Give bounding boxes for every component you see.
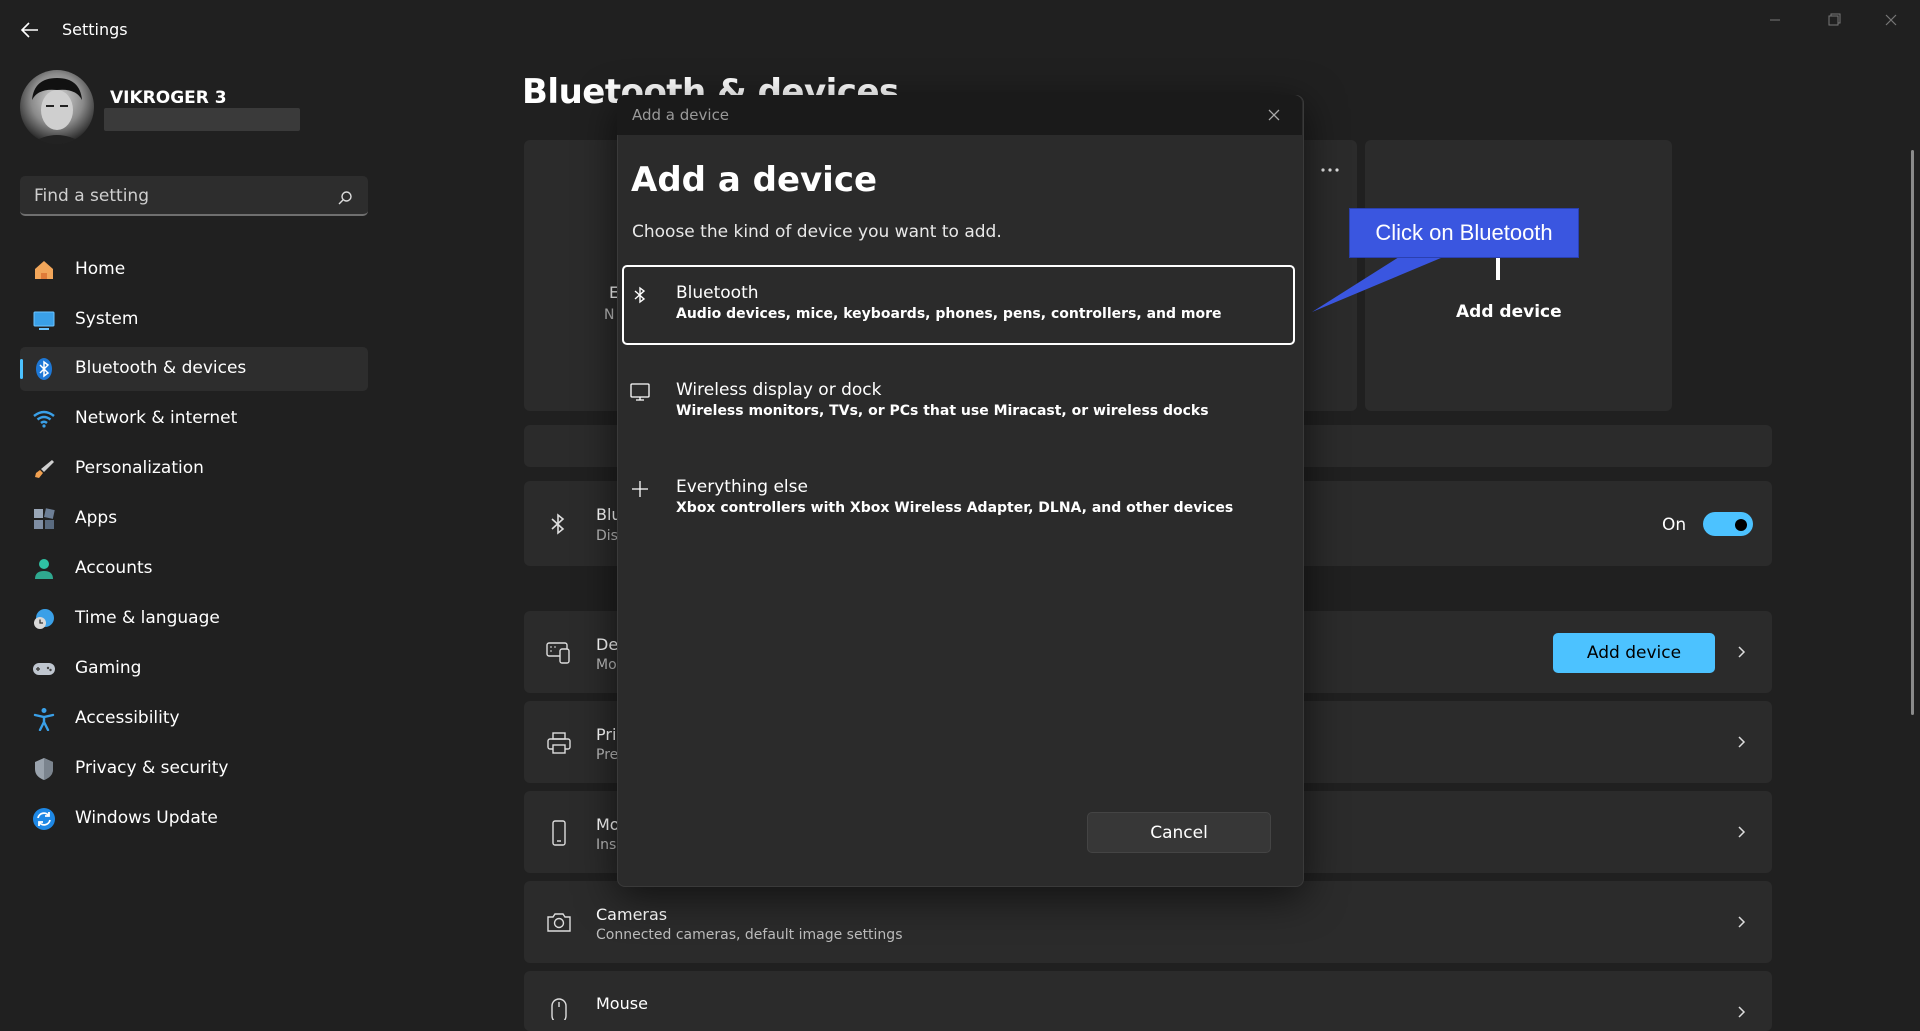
option-description: Wireless monitors, TVs, or PCs that use … [676,403,1209,419]
chevron-right-icon [1733,734,1749,750]
accounts-icon [32,557,56,581]
mouse-icon [546,998,572,1020]
printers-row-title: Pri [596,725,617,744]
sidebar-item-apps[interactable] [20,497,368,541]
sidebar-item-label: Accounts [75,558,153,578]
user-email-redacted [104,108,300,131]
add-device-tile-label: Add device [1456,302,1562,322]
update-icon [32,807,56,831]
add-icon [1496,258,1500,280]
bluetooth-icon [546,512,570,536]
device-tile-status: N [604,307,615,323]
restore-button[interactable] [1819,8,1849,32]
bluetooth-icon [630,285,650,305]
minimize-icon [1770,19,1780,21]
sidebar-item-label: Personalization [75,458,204,478]
printer-icon [546,730,572,756]
sidebar-item-label: Gaming [75,658,142,678]
shield-icon [32,757,56,781]
bluetooth-icon [32,357,56,381]
bluetooth-row-sub: Dis [596,528,618,544]
wifi-icon [32,407,56,431]
search-input[interactable]: Find a setting [34,186,149,206]
sidebar-item-home[interactable] [20,248,368,292]
mobile-row-sub: Ins [596,837,617,853]
close-icon [1268,109,1280,121]
cameras-row-sub: Connected cameras, default image setting… [596,927,903,943]
chevron-right-icon [1733,1004,1749,1020]
clock-globe-icon [32,607,56,631]
sidebar-item-gaming[interactable] [20,647,368,691]
printers-row-sub: Pre [596,747,619,763]
user-photo-icon [30,78,84,144]
mouse-row[interactable] [524,971,1772,1031]
sidebar-item-system[interactable] [20,298,368,342]
devices-row-title: De [596,635,619,654]
dialog-heading: Add a device [631,160,878,200]
sidebar-item-label: Windows Update [75,808,218,828]
accessibility-icon [32,707,56,731]
option-title: Bluetooth [676,283,759,303]
sidebar-item-label: Home [75,259,126,279]
gamepad-icon [32,657,56,681]
toggle-knob [1735,519,1747,531]
app-title: Settings [62,20,128,39]
sidebar-item-accounts[interactable] [20,547,368,591]
title-bar [0,0,1920,60]
search-icon [337,190,353,206]
active-indicator [20,359,23,379]
option-description: Xbox controllers with Xbox Wireless Adap… [676,500,1234,516]
cameras-row-title: Cameras [596,905,668,924]
cameras-row[interactable] [524,881,1772,963]
system-icon [32,308,56,332]
dialog-close-button[interactable] [1262,103,1286,127]
user-name: VIKROGER 3 [110,88,227,108]
option-wireless-display[interactable] [622,362,1295,442]
sidebar-item-label: Apps [75,508,118,528]
sidebar-item-label: Privacy & security [75,758,229,778]
restore-icon [1828,13,1841,26]
apps-icon [32,507,56,531]
sidebar-item-label: Time & language [75,608,220,628]
option-description: Audio devices, mice, keyboards, phones, … [676,306,1222,322]
camera-icon [546,909,572,935]
chevron-right-icon [1733,824,1749,840]
phone-icon [546,820,572,846]
sidebar-item-label: Bluetooth & devices [75,358,247,378]
plus-icon [630,479,650,499]
mouse-row-title: Mouse [596,994,648,1013]
minimize-button[interactable] [1760,8,1790,32]
sidebar-item-label: Network & internet [75,408,238,428]
home-icon [32,258,56,282]
option-bluetooth[interactable] [622,265,1295,345]
close-icon [1885,14,1897,26]
option-title: Everything else [676,477,808,497]
chevron-right-icon [1733,914,1749,930]
monitor-icon [630,382,650,402]
option-everything-else[interactable] [622,459,1295,539]
scrollbar[interactable] [1911,150,1914,715]
devices-row-sub: Mo [596,657,617,673]
arrow-left-icon [20,22,38,38]
bluetooth-state-label: On [1662,515,1687,535]
sidebar-item-label: System [75,309,139,329]
dialog-caption: Add a device [632,106,730,124]
callout-annotation: Click on Bluetooth [1349,208,1579,258]
more-icon [1321,168,1339,172]
add-device-button[interactable]: Add device [1553,633,1715,673]
more-options-button[interactable] [1318,158,1342,182]
sidebar-item-label: Accessibility [75,708,180,728]
brush-icon [32,457,56,481]
devices-icon [546,640,572,666]
sidebar-item-accessibility[interactable] [20,697,368,741]
avatar[interactable] [20,70,94,144]
close-window-button[interactable] [1876,8,1906,32]
option-title: Wireless display or dock [676,380,882,400]
chevron-right-icon [1733,644,1749,660]
callout-pointer-icon [1312,250,1460,312]
back-button[interactable] [18,18,42,42]
dialog-description: Choose the kind of device you want to ad… [632,222,1002,242]
cancel-button[interactable]: Cancel [1087,812,1271,853]
